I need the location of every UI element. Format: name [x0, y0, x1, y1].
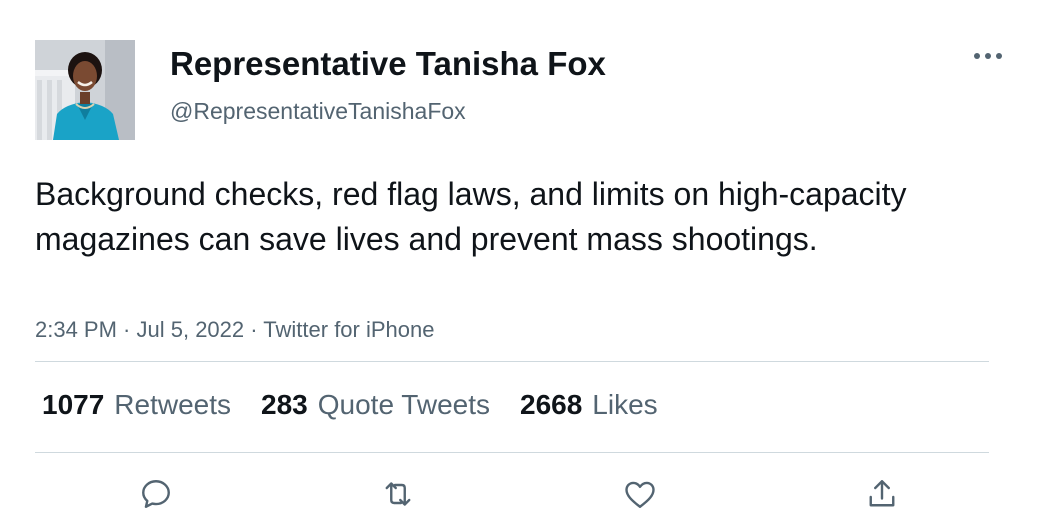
more-horizontal-icon	[974, 53, 1002, 59]
heart-icon	[625, 481, 655, 508]
tweet-source[interactable]: Twitter for iPhone	[263, 317, 434, 342]
more-options-button[interactable]	[966, 44, 1010, 68]
likes-label: Likes	[592, 389, 658, 420]
tweet-date[interactable]: Jul 5, 2022	[137, 317, 245, 342]
retweets-stat[interactable]: 1077 Retweets	[42, 388, 231, 422]
quote-tweets-stat[interactable]: 283 Quote Tweets	[261, 388, 490, 422]
quote-tweets-label: Quote Tweets	[317, 389, 490, 420]
retweet-button[interactable]	[378, 474, 418, 514]
tweet-meta: 2:34 PM · Jul 5, 2022 · Twitter for iPho…	[35, 316, 434, 344]
likes-stat[interactable]: 2668 Likes	[520, 388, 658, 422]
likes-count: 2668	[520, 389, 583, 420]
divider	[35, 452, 989, 453]
quote-tweets-count: 283	[261, 389, 308, 420]
retweet-icon	[385, 482, 411, 506]
divider	[35, 361, 989, 362]
author-display-name[interactable]: Representative Tanisha Fox	[170, 44, 606, 84]
retweets-label: Retweets	[114, 389, 232, 420]
meta-separator: ·	[244, 317, 264, 342]
meta-separator: ·	[116, 317, 137, 342]
reply-button[interactable]	[136, 474, 176, 514]
retweets-count: 1077	[42, 389, 105, 420]
like-button[interactable]	[620, 474, 660, 514]
tweet-text: Background checks, red flag laws, and li…	[35, 176, 907, 257]
share-icon	[869, 480, 895, 507]
share-button[interactable]	[862, 474, 902, 514]
reply-icon	[142, 480, 170, 508]
avatar[interactable]	[35, 40, 135, 140]
tweet-stats: 1077 Retweets 283 Quote Tweets 2668 Like…	[42, 388, 658, 422]
author-handle[interactable]: @RepresentativeTanishaFox	[170, 97, 466, 125]
avatar-photo	[35, 40, 135, 140]
tweet-time[interactable]: 2:34 PM	[35, 317, 117, 342]
